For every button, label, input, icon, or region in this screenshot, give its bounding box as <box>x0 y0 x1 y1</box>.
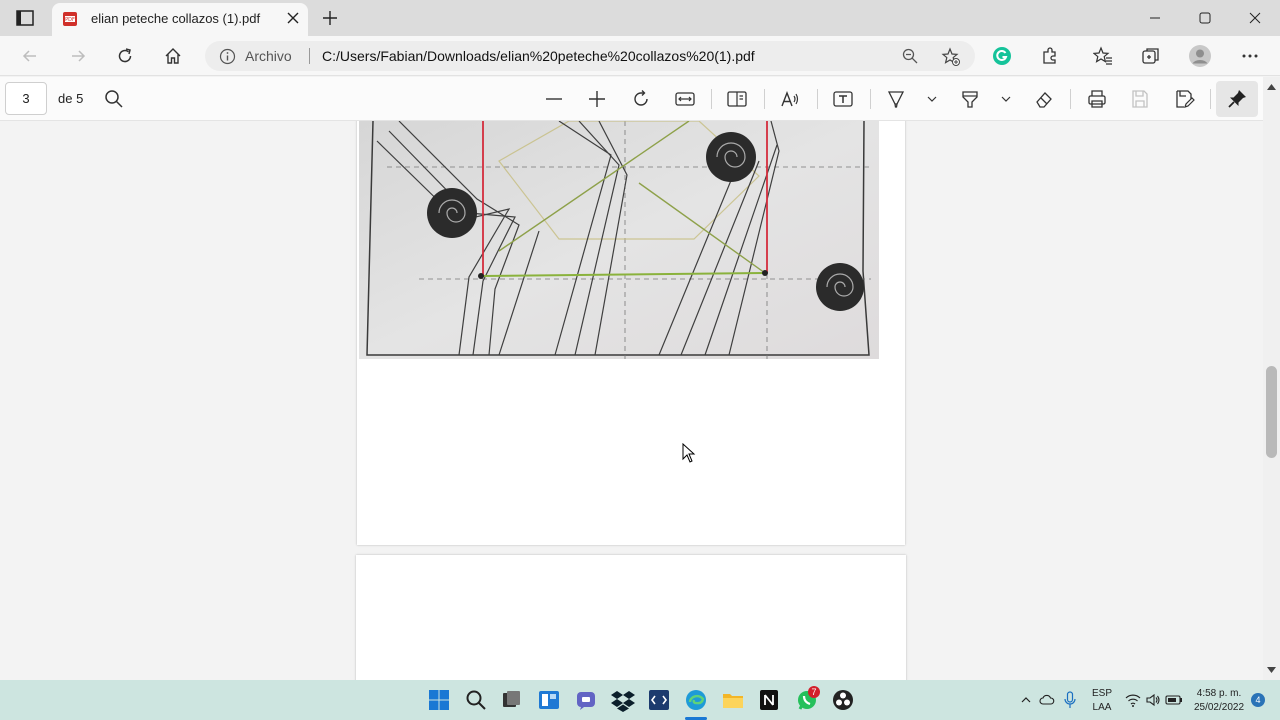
windows-start-icon[interactable] <box>427 688 451 712</box>
scroll-up-icon[interactable] <box>1267 83 1276 90</box>
toolbar-divider <box>817 89 818 109</box>
info-icon[interactable] <box>219 48 236 65</box>
pdf-page-3 <box>357 121 905 545</box>
pdf-viewer[interactable] <box>0 121 1262 680</box>
toolbar-divider <box>764 89 765 109</box>
onedrive-cloud-icon[interactable] <box>1039 692 1055 708</box>
wifi-icon[interactable] <box>1125 692 1141 708</box>
clock-date[interactable]: 25/02/2022 <box>1190 702 1248 713</box>
maximize-icon[interactable] <box>1196 9 1214 27</box>
page-number-input[interactable]: 3 <box>5 82 47 115</box>
dropbox-icon[interactable] <box>611 688 635 712</box>
rose-drawing-3 <box>816 263 864 311</box>
print-icon[interactable] <box>1086 88 1108 110</box>
active-tab[interactable]: PDF elian peteche collazos (1).pdf <box>52 3 308 36</box>
pdf-page-4 <box>356 555 906 680</box>
url-field[interactable]: Archivo C:/Users/Fabian/Downloads/elian%… <box>205 41 975 71</box>
pin-icon <box>1228 90 1246 108</box>
file-explorer-icon[interactable] <box>721 688 745 712</box>
toolbar-divider <box>1070 89 1071 109</box>
more-options-icon[interactable] <box>1240 46 1260 66</box>
page-view-icon[interactable] <box>726 88 748 110</box>
scheme-label: Archivo <box>245 48 292 64</box>
pdf-file-icon: PDF <box>63 12 77 26</box>
save-icon[interactable] <box>1129 88 1151 110</box>
taskbar: 7 ESP LAA 4:58 p. m. 25/02/2022 <box>0 680 1280 720</box>
rose-drawing-2 <box>706 132 756 182</box>
toolbar-divider <box>870 89 871 109</box>
scrollbar-thumb[interactable] <box>1266 366 1277 458</box>
eraser-icon[interactable] <box>1033 88 1055 110</box>
mouse-cursor-icon <box>682 443 696 463</box>
read-aloud-icon[interactable] <box>779 88 801 110</box>
toolbar-divider <box>711 89 712 109</box>
svg-text:PDF: PDF <box>65 17 75 23</box>
show-hidden-icons-chevron-icon[interactable] <box>1020 694 1032 706</box>
search-taskbar-icon[interactable] <box>464 688 488 712</box>
pin-toolbar-button[interactable] <box>1216 81 1258 117</box>
tab-title: elian peteche collazos (1).pdf <box>91 11 261 26</box>
clock-time[interactable]: 4:58 p. m. <box>1190 688 1248 699</box>
drawing-image <box>359 121 879 359</box>
keyboard-layout-indicator[interactable]: LAA <box>1091 702 1113 713</box>
notification-count-badge[interactable]: 4 <box>1251 693 1265 707</box>
minimize-icon[interactable] <box>1146 9 1164 27</box>
code-editor-icon[interactable] <box>647 688 671 712</box>
edge-browser-icon[interactable] <box>684 688 708 712</box>
rotate-icon[interactable] <box>630 88 652 110</box>
rose-drawing-1 <box>427 188 477 238</box>
add-text-icon[interactable] <box>832 88 854 110</box>
close-tab-icon[interactable] <box>285 10 301 26</box>
address-bar: Archivo C:/Users/Fabian/Downloads/elian%… <box>0 36 1280 76</box>
refresh-icon[interactable] <box>115 46 135 66</box>
task-view-icon[interactable] <box>499 688 523 712</box>
page-count-label: de 5 <box>58 91 84 106</box>
whatsapp-badge: 7 <box>808 686 820 698</box>
widgets-icon[interactable] <box>537 688 561 712</box>
back-icon[interactable] <box>20 46 40 66</box>
tab-actions-icon[interactable] <box>14 8 36 28</box>
microphone-icon[interactable] <box>1063 691 1077 709</box>
url-text[interactable]: C:/Users/Fabian/Downloads/elian%20petech… <box>322 48 755 64</box>
forward-icon[interactable] <box>68 46 88 66</box>
fit-width-icon[interactable] <box>674 88 696 110</box>
teams-chat-icon[interactable] <box>574 688 598 712</box>
notion-icon[interactable] <box>757 688 781 712</box>
highlight-icon[interactable] <box>959 88 981 110</box>
home-icon[interactable] <box>163 46 183 66</box>
volume-icon[interactable] <box>1145 692 1161 708</box>
zoom-icon[interactable] <box>901 47 919 65</box>
title-bar: PDF elian peteche collazos (1).pdf <box>0 0 1280 36</box>
pdf-toolbar: 3 de 5 <box>0 77 1280 121</box>
draw-options-chevron-icon[interactable] <box>922 88 942 110</box>
battery-icon[interactable] <box>1165 692 1183 708</box>
language-indicator[interactable]: ESP <box>1091 688 1113 699</box>
highlight-options-chevron-icon[interactable] <box>996 88 1016 110</box>
profile-avatar-icon[interactable] <box>1188 44 1212 68</box>
toolbar-divider <box>1210 89 1211 109</box>
zoom-out-icon[interactable] <box>543 88 565 110</box>
close-window-icon[interactable] <box>1246 9 1264 27</box>
search-icon[interactable] <box>103 88 125 110</box>
obs-icon[interactable] <box>831 688 855 712</box>
save-as-icon[interactable] <box>1173 88 1195 110</box>
collections-icon[interactable] <box>1141 46 1161 66</box>
scroll-down-icon[interactable] <box>1267 667 1276 674</box>
favorites-icon[interactable] <box>1093 46 1113 66</box>
add-favorite-icon[interactable] <box>941 47 961 67</box>
zoom-in-icon[interactable] <box>586 88 608 110</box>
draw-icon[interactable] <box>885 88 907 110</box>
grammarly-icon[interactable] <box>992 46 1012 66</box>
url-separator <box>309 48 310 64</box>
vertical-scrollbar[interactable] <box>1263 77 1280 680</box>
extensions-icon[interactable] <box>1040 46 1060 66</box>
new-tab-icon[interactable] <box>320 8 340 28</box>
